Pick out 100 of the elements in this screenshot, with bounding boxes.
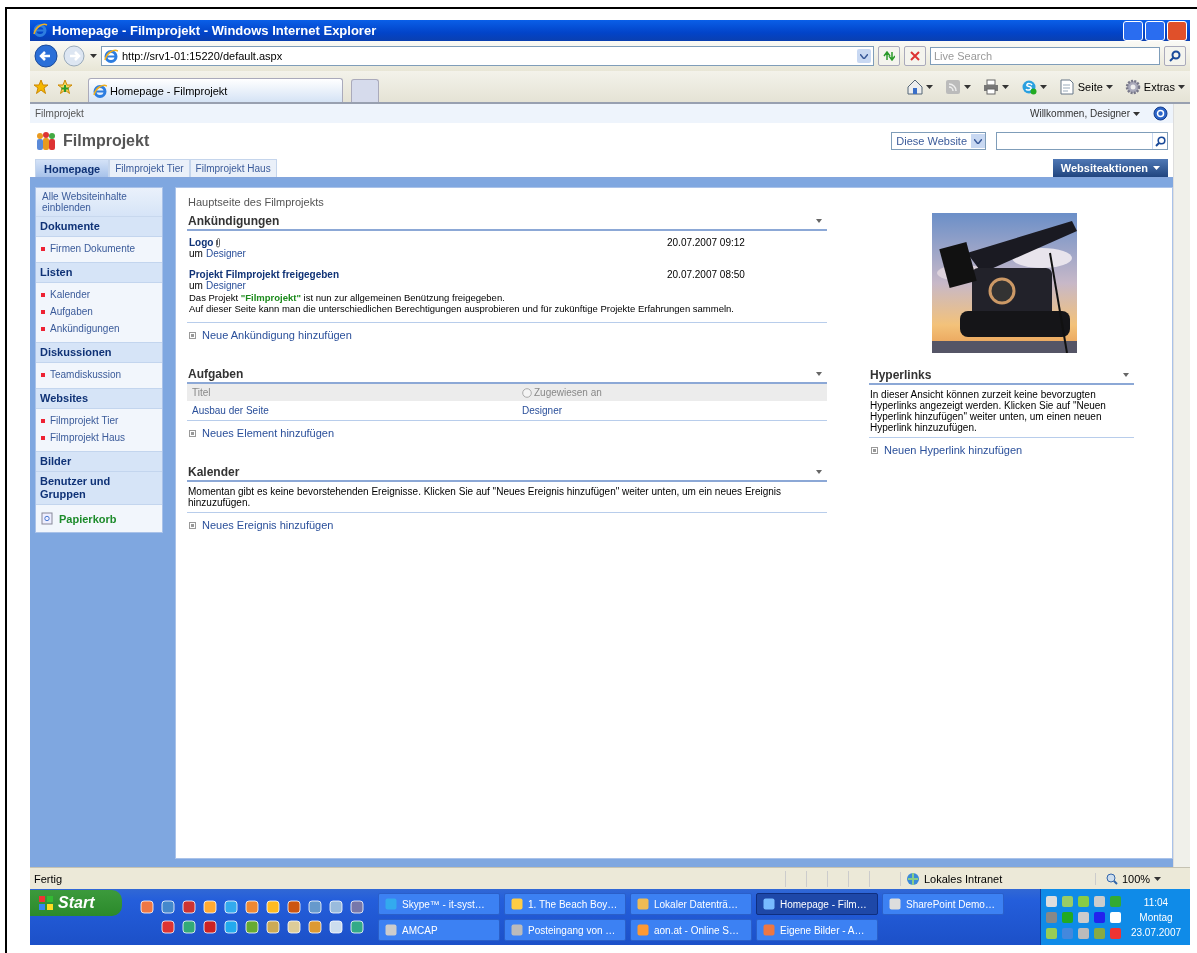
breadcrumb-link[interactable]: Filmprojekt — [35, 108, 1030, 119]
nav-item-link[interactable]: Aufgaben — [36, 303, 162, 320]
browser-tab[interactable]: Homepage - Filmprojekt — [88, 78, 343, 102]
tools-menu-button[interactable]: Extras — [1123, 77, 1186, 96]
table-cell-link[interactable]: Designer — [522, 405, 563, 416]
print-button[interactable] — [981, 77, 1010, 96]
caret-icon[interactable] — [90, 54, 97, 58]
quick-launch-icon[interactable] — [308, 900, 322, 914]
quick-launch-icon[interactable] — [224, 920, 238, 934]
caret-icon — [1039, 84, 1047, 89]
taskbar-button[interactable]: Lokaler Datenträ… — [630, 893, 752, 915]
menu-caret-icon[interactable] — [1123, 373, 1129, 377]
nav-item-link[interactable]: Filmprojekt Haus — [36, 429, 162, 446]
quick-launch-icon[interactable] — [203, 900, 217, 914]
quick-launch-icon[interactable] — [182, 900, 196, 914]
home-button[interactable] — [905, 77, 934, 96]
nav-item-link[interactable]: Ankündigungen — [36, 320, 162, 337]
announcement-title-link[interactable]: Logo — [189, 237, 214, 248]
search-button[interactable] — [1164, 46, 1186, 66]
feed-button[interactable] — [943, 77, 972, 96]
search-icon[interactable] — [1154, 135, 1166, 147]
help-icon[interactable] — [1153, 106, 1168, 121]
quick-launch-icon[interactable] — [329, 920, 343, 934]
scope-dropdown[interactable]: Diese Website — [891, 132, 986, 150]
nav-section-link[interactable]: Websites — [36, 389, 162, 409]
quick-launch-icon[interactable] — [266, 900, 280, 914]
nav-tab[interactable]: Filmprojekt Haus — [189, 159, 277, 177]
quick-launch-icon[interactable] — [308, 920, 322, 934]
nav-item-link[interactable]: Firmen Dokumente — [36, 240, 162, 257]
taskbar-button[interactable]: Homepage - Film… — [756, 893, 878, 915]
nav-item-link[interactable]: Kalender — [36, 286, 162, 303]
taskbar-button[interactable]: Skype™ - it-syst… — [378, 893, 500, 915]
add-favorite-icon[interactable] — [58, 79, 72, 94]
quick-launch-icon[interactable] — [350, 900, 364, 914]
quick-launch-icon[interactable] — [161, 920, 175, 934]
quick-launch-icon[interactable] — [245, 920, 259, 934]
table-cell-link[interactable]: Ausbau der Seite — [192, 405, 269, 416]
tray-icon[interactable] — [1109, 910, 1122, 924]
taskbar-button[interactable]: AMCAP — [378, 919, 500, 941]
page-menu-button[interactable]: Seite — [1057, 77, 1114, 96]
nav-section-link[interactable]: Benutzer und Gruppen — [36, 472, 162, 505]
add-link[interactable]: Neue Ankündigung hinzufügen — [202, 329, 352, 341]
maximize-button[interactable] — [1145, 20, 1165, 41]
search-field[interactable]: Live Search — [930, 47, 1160, 65]
address-field[interactable]: http://srv1-01:15220/default.aspx — [101, 46, 874, 66]
add-link[interactable]: Neues Element hinzufügen — [202, 427, 335, 439]
quick-launch-icon[interactable] — [245, 900, 259, 914]
nav-item-link[interactable]: Teamdiskussion — [36, 366, 162, 383]
author-link[interactable]: Designer — [205, 280, 246, 291]
quick-launch-icon[interactable] — [161, 900, 175, 914]
close-button[interactable] — [1167, 20, 1187, 41]
scrollbar[interactable] — [1173, 104, 1190, 867]
taskbar-button[interactable]: Eigene Bilder - A… — [756, 919, 878, 941]
minimize-button[interactable] — [1123, 20, 1143, 41]
chevron-icon — [860, 53, 868, 59]
taskbar-button[interactable]: aon.at - Online S… — [630, 919, 752, 941]
quick-launch-icon[interactable] — [182, 920, 196, 934]
taskbar-button[interactable]: 1. The Beach Boy… — [504, 893, 626, 915]
zoom-button[interactable]: 100% — [1095, 872, 1186, 885]
view-all-link[interactable]: Alle Websiteinhalte einblenden — [36, 188, 162, 217]
quick-launch-icon[interactable] — [224, 900, 238, 914]
quick-launch-icon[interactable] — [287, 900, 301, 914]
menu-caret-icon[interactable] — [816, 219, 822, 223]
nav-section-link[interactable]: Bilder — [36, 452, 162, 472]
site-search-field[interactable] — [996, 132, 1168, 150]
bin-icon — [41, 512, 53, 525]
nav-section-link[interactable]: Listen — [36, 263, 162, 283]
empty-message: In dieser Ansicht können zurzeit keine bevorzugten Hyperlinks angezeigt werden. Klicken Sie auf "Neuen Hyperlink hinzufügen" weiter unten, um einen neuen Hyperlink hinzuzufügen. — [869, 388, 1107, 435]
nav-section-link[interactable]: Diskussionen — [36, 343, 162, 363]
taskbar-button[interactable]: Posteingang von … — [504, 919, 626, 941]
site-title[interactable]: Filmprojekt — [63, 132, 886, 150]
nav-section-link[interactable]: Dokumente — [36, 217, 162, 237]
taskbar-button[interactable]: SharePoint Demo… — [882, 893, 1004, 915]
start-button[interactable]: Start — [30, 890, 122, 916]
announcement-title-link[interactable]: Projekt Filmprojekt freigegeben — [189, 269, 340, 280]
menu-caret-icon[interactable] — [816, 470, 822, 474]
nav-item-link[interactable]: Filmprojekt Tier — [36, 412, 162, 429]
quick-launch-icon[interactable] — [203, 920, 217, 934]
byline-text: um — [189, 248, 203, 259]
nav-tab[interactable]: Homepage — [35, 159, 110, 177]
author-link[interactable]: Designer — [205, 248, 246, 259]
add-link[interactable]: Neuen Hyperlink hinzufügen — [884, 444, 1023, 456]
quick-launch-icon[interactable] — [350, 920, 364, 934]
quick-launch-icon[interactable] — [287, 920, 301, 934]
menu-caret-icon[interactable] — [816, 372, 822, 376]
quick-launch-icon[interactable] — [329, 900, 343, 914]
dropdown-button[interactable] — [857, 49, 871, 63]
add-link[interactable]: Neues Ereignis hinzufügen — [202, 519, 334, 531]
nav-tab[interactable]: Filmprojekt Tier — [109, 159, 190, 177]
site-actions-menu[interactable]: Websiteaktionen — [1052, 159, 1168, 177]
quick-launch-icon[interactable] — [266, 920, 280, 934]
stop-button[interactable] — [904, 46, 926, 66]
refresh-button[interactable] — [878, 46, 900, 66]
back-button[interactable] — [34, 44, 58, 68]
favorites-star-icon[interactable] — [34, 79, 48, 94]
recycle-bin-link[interactable]: Papierkorb — [36, 505, 162, 532]
quick-launch-icon[interactable] — [140, 900, 154, 914]
welcome-menu[interactable]: Willkommen, Designer — [1029, 108, 1140, 119]
tray-icon[interactable] — [1045, 894, 1058, 908]
window-title: Homepage - Filmprojekt - Windows Internet Explorer — [52, 23, 378, 38]
